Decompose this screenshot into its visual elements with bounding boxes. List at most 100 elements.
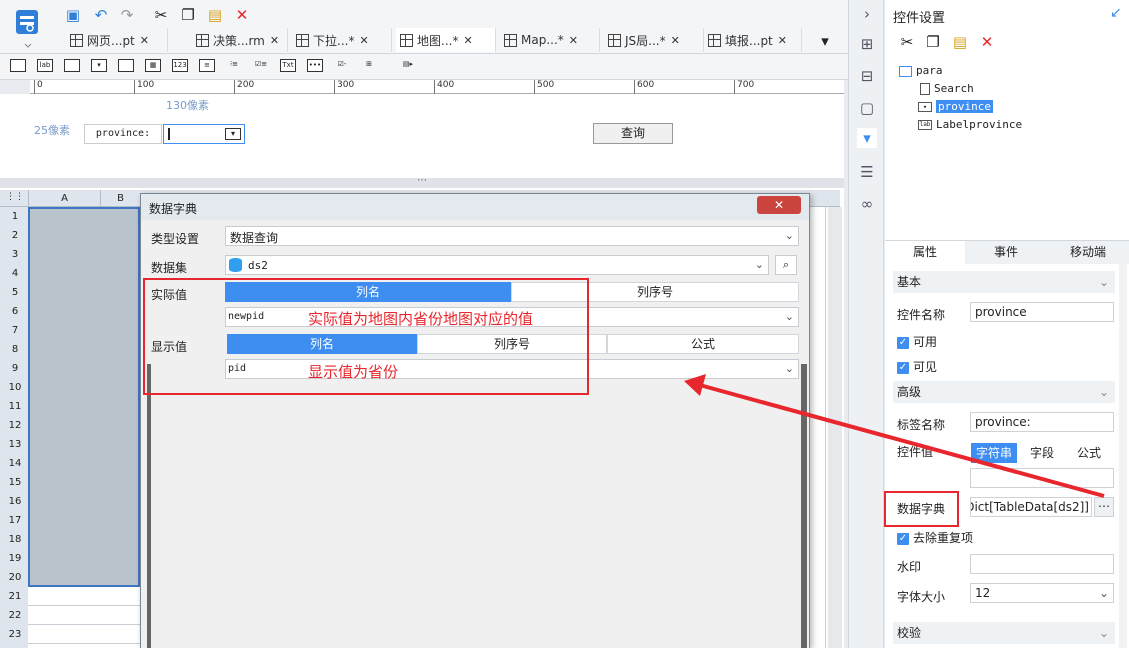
- row-label[interactable]: 22: [5, 606, 25, 625]
- copy-icon[interactable]: ❐: [179, 6, 197, 24]
- selected-cell-range[interactable]: [28, 207, 140, 587]
- text-widget-icon[interactable]: Txt: [280, 59, 296, 72]
- paste-icon[interactable]: ▤: [951, 33, 969, 51]
- close-icon[interactable]: ✕: [359, 34, 368, 47]
- app-logo-icon[interactable]: [10, 6, 46, 48]
- cut-icon[interactable]: ✂: [152, 6, 170, 24]
- dialog-close-button[interactable]: ✕: [757, 196, 801, 214]
- radio-group-icon[interactable]: ⁝≡: [226, 59, 242, 72]
- row-label[interactable]: 5: [5, 283, 25, 302]
- row-label[interactable]: 16: [5, 492, 25, 511]
- row-label[interactable]: 23: [5, 625, 25, 644]
- row-label[interactable]: 3: [5, 245, 25, 264]
- combobox-widget-icon[interactable]: ▾: [91, 59, 107, 72]
- splitter-handle[interactable]: ⋯: [0, 176, 844, 188]
- row-label[interactable]: 12: [5, 416, 25, 435]
- number-widget-icon[interactable]: 123: [172, 59, 188, 72]
- sheet-cells[interactable]: [28, 587, 140, 647]
- dataset-select[interactable]: ds2 ⌄: [225, 255, 769, 275]
- row-label[interactable]: 2: [5, 226, 25, 245]
- row-label[interactable]: 18: [5, 530, 25, 549]
- section-basic[interactable]: 基本 ⌄: [893, 271, 1115, 293]
- row-label[interactable]: 9: [5, 359, 25, 378]
- cell-style-icon[interactable]: ▢: [857, 98, 877, 118]
- tab-file-2[interactable]: 决策...rm ✕: [192, 28, 288, 52]
- textarea-widget-icon[interactable]: ≡: [199, 59, 215, 72]
- close-icon[interactable]: ✕: [463, 34, 472, 47]
- cell-attribute-icon[interactable]: ⊟: [857, 66, 877, 86]
- condition-attr-icon[interactable]: ☰: [857, 162, 877, 182]
- cut-icon[interactable]: ✂: [898, 33, 916, 51]
- button-widget-icon[interactable]: [64, 59, 80, 72]
- dedupe-checkbox[interactable]: ✓ 去除重复项: [897, 529, 973, 546]
- tab-events[interactable]: 事件: [966, 241, 1046, 265]
- tree-node-para[interactable]: para: [899, 64, 943, 77]
- dropdown-arrow-icon[interactable]: ▾: [225, 128, 241, 140]
- row-label[interactable]: 20: [5, 568, 25, 587]
- tab-properties[interactable]: 属性: [885, 241, 965, 265]
- row-label[interactable]: 14: [5, 454, 25, 473]
- type-select[interactable]: 数据查询 ⌄: [225, 226, 799, 246]
- more-widgets-icon[interactable]: ▤▸: [396, 59, 420, 72]
- row-label[interactable]: 4: [5, 264, 25, 283]
- tab-file-7[interactable]: 填报...pt ✕: [704, 28, 802, 52]
- widget-name-input[interactable]: province: [970, 302, 1114, 322]
- chevron-right-icon[interactable]: ›: [857, 4, 877, 24]
- row-label[interactable]: 15: [5, 473, 25, 492]
- delete-icon[interactable]: ✕: [233, 6, 251, 24]
- tree-node-labelprovince[interactable]: lab Labelprovince: [918, 118, 1022, 131]
- column-a-header[interactable]: A: [28, 190, 100, 207]
- row-label[interactable]: 6: [5, 302, 25, 321]
- tab-file-3[interactable]: 下拉...* ✕: [292, 28, 392, 52]
- tree-node-search[interactable]: Search: [920, 82, 974, 95]
- province-combobox-widget[interactable]: ▾: [163, 124, 245, 144]
- close-icon[interactable]: ✕: [569, 34, 578, 47]
- check-group-icon[interactable]: ☑≡: [253, 59, 269, 72]
- tab-file-6[interactable]: JS局...* ✕: [604, 28, 704, 52]
- redo-icon[interactable]: ↷: [118, 6, 136, 24]
- row-label[interactable]: 11: [5, 397, 25, 416]
- date-widget-icon[interactable]: ▦: [145, 59, 161, 72]
- watermark-input[interactable]: [970, 554, 1114, 574]
- row-label[interactable]: 17: [5, 511, 25, 530]
- tree-node-province[interactable]: ▾ province: [918, 100, 993, 113]
- close-icon[interactable]: ✕: [140, 34, 149, 47]
- password-widget-icon[interactable]: •••: [307, 59, 323, 72]
- textbox-widget-icon[interactable]: [10, 59, 26, 72]
- hyperlink-icon[interactable]: ∞: [857, 194, 877, 214]
- delete-icon[interactable]: ✕: [978, 33, 996, 51]
- collapse-icon[interactable]: ↙: [1110, 5, 1122, 21]
- panel-scrollbar[interactable]: [1119, 264, 1127, 648]
- display-tab-formula[interactable]: 公式: [607, 334, 799, 354]
- widget-settings-icon[interactable]: ▾: [857, 128, 877, 148]
- row-label[interactable]: 13: [5, 435, 25, 454]
- font-size-select[interactable]: 12 ⌄: [970, 583, 1114, 603]
- save-icon[interactable]: ▣: [64, 6, 82, 24]
- paste-icon[interactable]: ▤: [206, 6, 224, 24]
- tab-list-icon[interactable]: ▾: [816, 32, 834, 50]
- row-label[interactable]: 7: [5, 321, 25, 340]
- tab-file-1[interactable]: 网页...pt ✕: [66, 28, 168, 52]
- cell-element-icon[interactable]: ⊞: [857, 34, 877, 54]
- row-label[interactable]: 1: [5, 207, 25, 226]
- province-label-widget[interactable]: province:: [84, 124, 162, 144]
- preview-dataset-button[interactable]: ⌕: [775, 255, 797, 275]
- tab-file-5[interactable]: Map...* ✕: [500, 28, 600, 52]
- combocheck-widget-icon[interactable]: [118, 59, 134, 72]
- close-icon[interactable]: ✕: [270, 34, 279, 47]
- tab-mobile[interactable]: 移动端: [1047, 241, 1129, 265]
- label-widget-icon[interactable]: lab: [37, 59, 53, 72]
- query-button[interactable]: 查询: [593, 123, 673, 144]
- row-label[interactable]: 8: [5, 340, 25, 359]
- row-label[interactable]: 19: [5, 549, 25, 568]
- close-icon[interactable]: ✕: [671, 34, 680, 47]
- close-icon[interactable]: ✕: [778, 34, 787, 47]
- row-label[interactable]: 21: [5, 587, 25, 606]
- row-label[interactable]: 10: [5, 378, 25, 397]
- tab-file-4[interactable]: 地图...* ✕: [396, 28, 496, 52]
- enabled-checkbox[interactable]: ✓ 可用: [897, 333, 937, 350]
- copy-icon[interactable]: ❐: [924, 33, 942, 51]
- column-b-header[interactable]: B: [100, 190, 140, 207]
- tree-widget-icon[interactable]: ⊞: [361, 59, 377, 72]
- section-validate[interactable]: 校验 ⌄: [893, 622, 1115, 644]
